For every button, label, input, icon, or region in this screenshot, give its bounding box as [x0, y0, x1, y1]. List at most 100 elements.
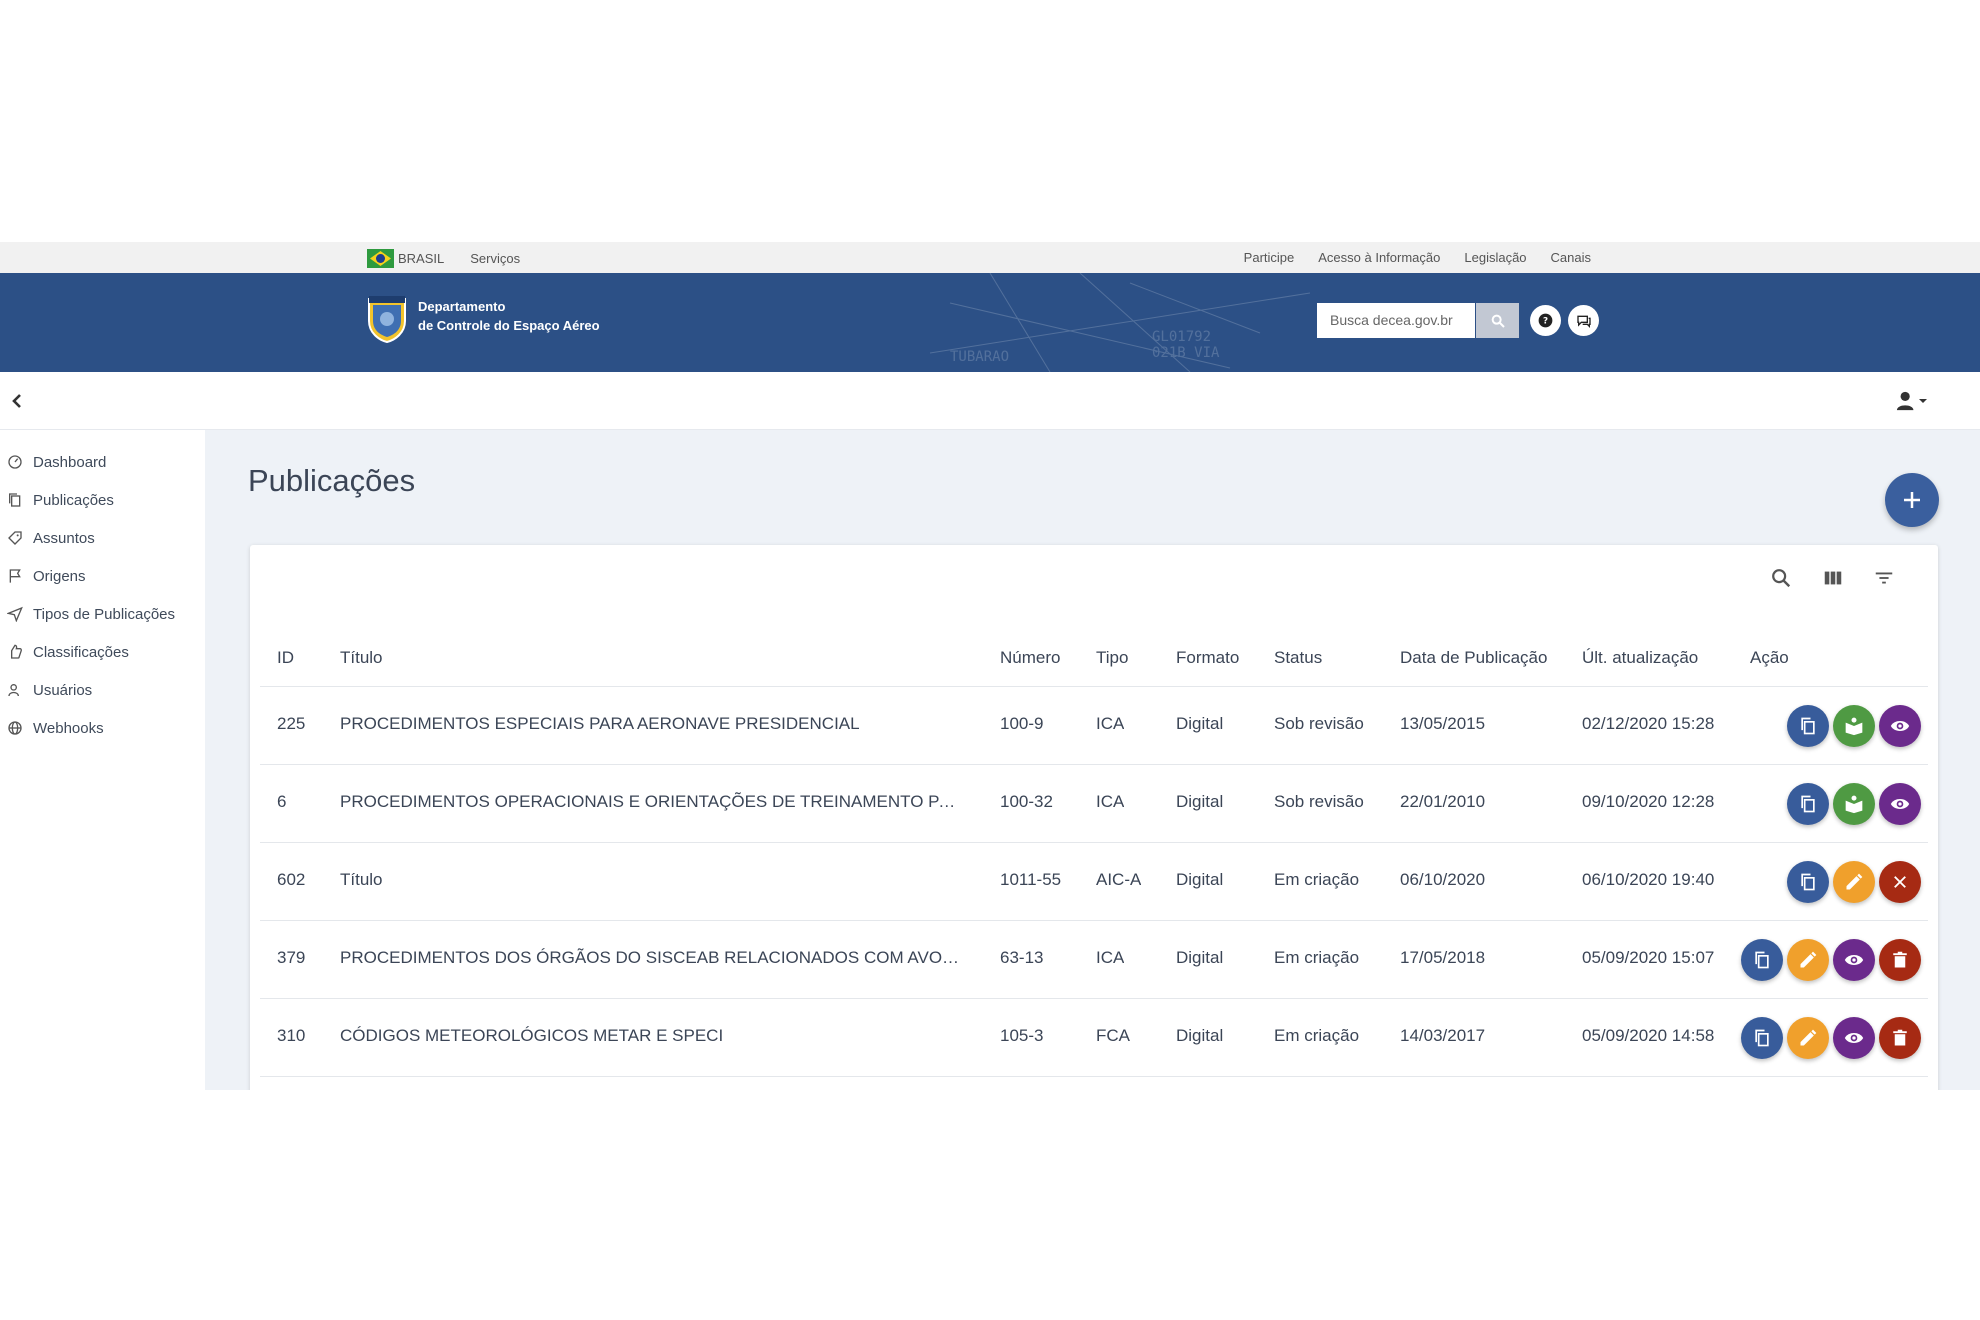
- edit-button[interactable]: [1787, 939, 1829, 981]
- columns-button[interactable]: [1820, 565, 1846, 591]
- sidebar-label: Dashboard: [33, 453, 107, 471]
- publications-table-card: ID Título Número Tipo Formato Status Dat…: [250, 545, 1938, 1090]
- book-open-icon: [1845, 795, 1863, 814]
- view-button[interactable]: [1833, 1017, 1875, 1059]
- eye-icon: [1890, 799, 1910, 809]
- svg-text:GL01792: GL01792: [1152, 329, 1211, 345]
- cell-status: Sob revisão: [1274, 792, 1364, 811]
- cell-tipo: AIC-A: [1096, 870, 1142, 889]
- sidebar-item-usuarios[interactable]: Usuários: [0, 670, 205, 710]
- cancel-button[interactable]: [1879, 861, 1921, 903]
- brand-line-2: de Controle do Espaço Aéreo: [418, 318, 600, 333]
- col-header-data[interactable]: Data de Publicação: [1400, 648, 1547, 668]
- col-header-id[interactable]: ID: [277, 648, 294, 668]
- flag-icon: [9, 569, 21, 583]
- page-title: Publicações: [248, 463, 416, 498]
- decea-search-button[interactable]: [1476, 303, 1519, 338]
- user-menu-button[interactable]: [1896, 389, 1930, 413]
- sidebar-item-dashboard[interactable]: Dashboard: [0, 442, 205, 482]
- sidebar-item-publicacoes[interactable]: Publicações: [0, 480, 205, 520]
- decea-search-input[interactable]: Busca decea.gov.br: [1317, 303, 1475, 338]
- decea-brand[interactable]: Departamento de Controle do Espaço Aéreo: [418, 297, 600, 335]
- delete-button[interactable]: [1879, 939, 1921, 981]
- cell-id: 379: [277, 948, 306, 967]
- gov-link-canais[interactable]: Canais: [1551, 250, 1591, 265]
- add-publication-button[interactable]: [1885, 473, 1939, 527]
- cell-atualizacao: 06/10/2020 19:40: [1582, 870, 1715, 889]
- copy-button[interactable]: [1787, 783, 1829, 825]
- chat-button[interactable]: [1568, 305, 1599, 336]
- question-icon: ?: [1538, 313, 1553, 328]
- cell-id: 310: [277, 1026, 306, 1045]
- brazil-flag-icon: [367, 249, 394, 268]
- sidebar-item-origens[interactable]: Origens: [0, 556, 205, 596]
- sidebar-item-assuntos[interactable]: Assuntos: [0, 518, 205, 558]
- view-button[interactable]: [1879, 783, 1921, 825]
- chevron-left-icon[interactable]: [8, 392, 26, 410]
- col-header-acao: Ação: [1750, 648, 1789, 667]
- cell-atualizacao: 02/12/2020 15:28: [1582, 714, 1715, 733]
- decea-header: GL01792 021B VIA TUBARAO Departamento de…: [0, 273, 1980, 372]
- cell-data: 17/05/2018: [1400, 948, 1486, 967]
- edit-button[interactable]: [1833, 861, 1875, 903]
- cell-status: Sob revisão: [1274, 714, 1364, 733]
- col-header-formato[interactable]: Formato: [1176, 648, 1239, 668]
- col-header-tipo[interactable]: Tipo: [1096, 648, 1128, 668]
- delete-button[interactable]: [1879, 1017, 1921, 1059]
- cell-id: 6: [277, 792, 287, 811]
- cell-data: 13/05/2015: [1400, 714, 1486, 733]
- sidebar-label: Usuários: [33, 681, 93, 699]
- publish-button[interactable]: [1833, 705, 1875, 747]
- publish-button[interactable]: [1833, 783, 1875, 825]
- table-row: 379 PROCEDIMENTOS DOS ÓRGÃOS DO SISCEAB …: [260, 920, 1928, 998]
- filter-button[interactable]: [1871, 565, 1897, 591]
- gov-brasil-link[interactable]: BRASIL: [398, 251, 444, 266]
- gov-link-acesso[interactable]: Acesso à Informação: [1318, 250, 1440, 265]
- col-header-atualizacao[interactable]: Últ. atualização: [1582, 648, 1698, 668]
- view-button[interactable]: [1879, 705, 1921, 747]
- cell-formato: Digital: [1176, 870, 1224, 889]
- col-header-status[interactable]: Status: [1274, 648, 1322, 668]
- users-icon: [8, 684, 19, 697]
- cell-titulo: PROCEDIMENTOS DOS ÓRGÃOS DO SISCEAB RELA…: [340, 948, 960, 967]
- caret-down-icon: [1919, 399, 1927, 403]
- view-button[interactable]: [1833, 939, 1875, 981]
- filter-list-icon: [1875, 572, 1893, 584]
- copy-button[interactable]: [1741, 1017, 1783, 1059]
- sidebar-item-webhooks[interactable]: Webhooks: [0, 708, 205, 748]
- sidebar: Dashboard Publicações Assuntos Origens T…: [0, 430, 205, 1090]
- copy-button[interactable]: [1787, 705, 1829, 747]
- book-open-icon: [1845, 717, 1863, 736]
- copy-button[interactable]: [1741, 939, 1783, 981]
- col-header-numero[interactable]: Número: [1000, 648, 1060, 668]
- copy-icon: [1801, 795, 1815, 813]
- cell-tipo: ICA: [1096, 792, 1125, 811]
- copy-button[interactable]: [1787, 861, 1829, 903]
- gov-link-legislacao[interactable]: Legislação: [1464, 250, 1526, 265]
- cell-data: 06/10/2020: [1400, 870, 1486, 889]
- edit-button[interactable]: [1787, 1017, 1829, 1059]
- col-header-titulo[interactable]: Título: [340, 648, 383, 668]
- gov-link-participe[interactable]: Participe: [1244, 250, 1295, 265]
- sidebar-item-tipos[interactable]: Tipos de Publicações: [0, 594, 205, 634]
- cell-formato: Digital: [1176, 948, 1224, 967]
- cell-tipo: ICA: [1096, 714, 1125, 733]
- main-content: Publicações ID Título Número Tipo Format…: [205, 430, 1980, 1090]
- send-icon: [7, 606, 23, 622]
- cell-numero: 100-9: [1000, 714, 1044, 733]
- aeronautical-map-background: GL01792 021B VIA TUBARAO: [930, 273, 1310, 372]
- sidebar-label: Classificações: [33, 643, 129, 661]
- copy-icon: [1801, 717, 1815, 735]
- table-row: 225 PROCEDIMENTOS ESPECIAIS PARA AERONAV…: [260, 686, 1928, 764]
- thumb-icon: [11, 644, 22, 659]
- dashboard-icon: [8, 455, 22, 469]
- table-search-button[interactable]: [1768, 565, 1794, 591]
- search-icon: [1491, 314, 1505, 328]
- sidebar-item-classificacoes[interactable]: Classificações: [0, 632, 205, 672]
- svg-text:021B VIA: 021B VIA: [1152, 345, 1220, 361]
- table-row: 6 PROCEDIMENTOS OPERACIONAIS E ORIENTAÇÕ…: [260, 764, 1928, 842]
- gov-services-link[interactable]: Serviços: [470, 251, 520, 266]
- gov-bar: BRASIL Serviços Participe Acesso à Infor…: [0, 242, 1980, 273]
- help-button[interactable]: ?: [1530, 305, 1561, 336]
- cell-formato: Digital: [1176, 1026, 1224, 1045]
